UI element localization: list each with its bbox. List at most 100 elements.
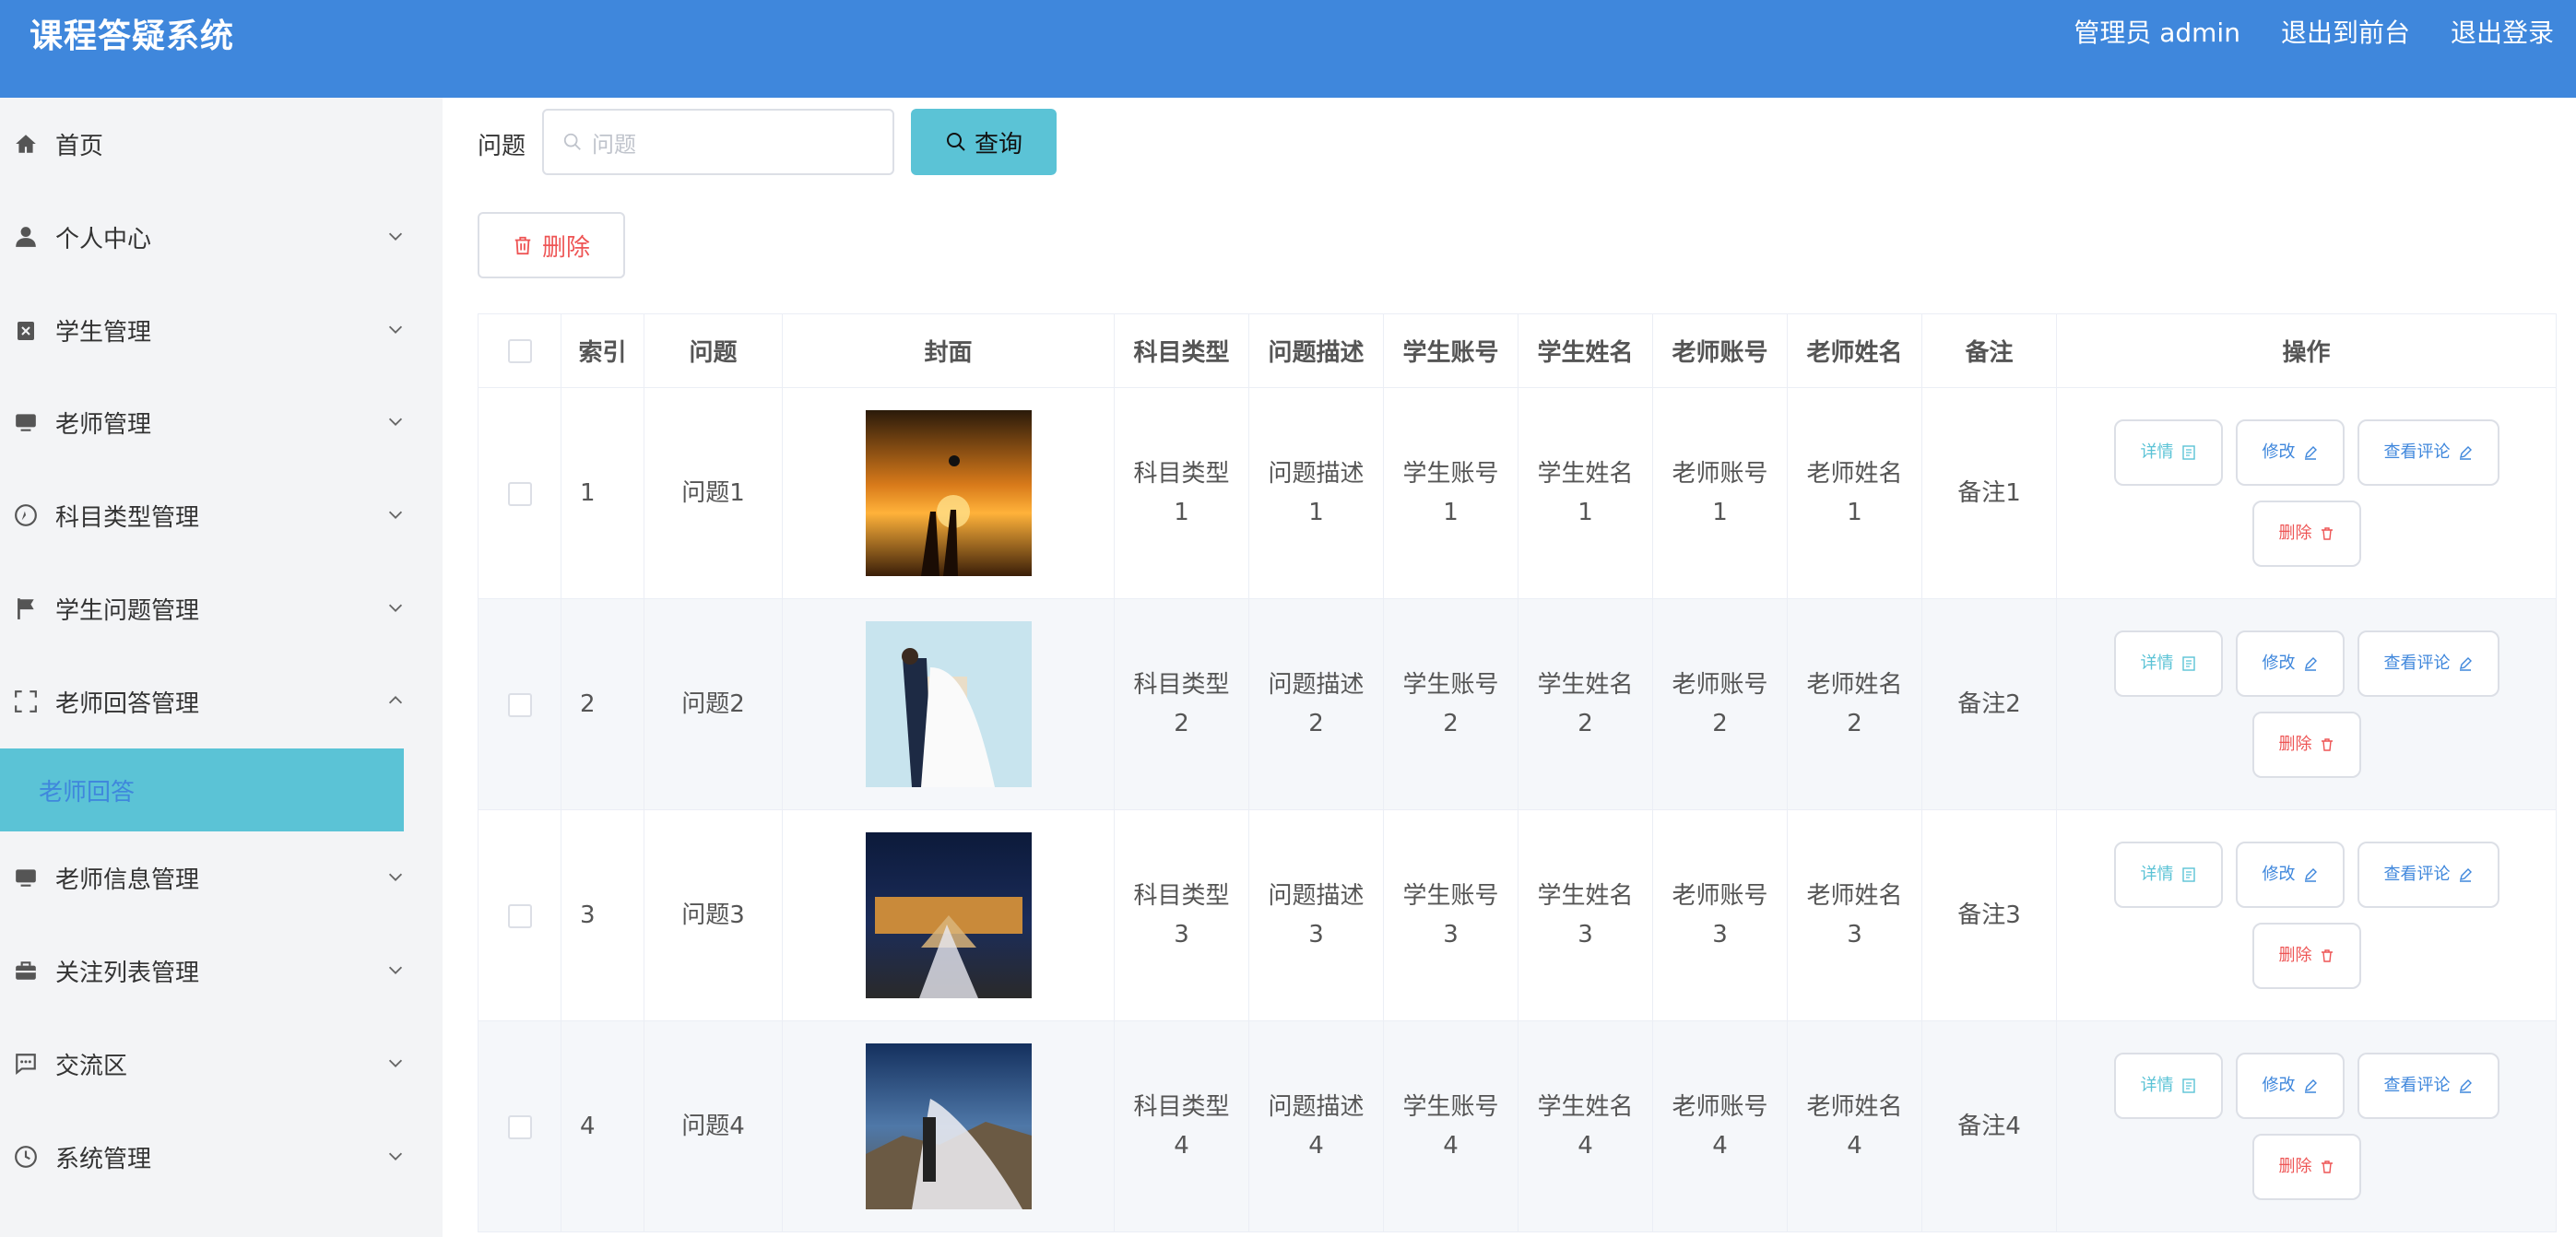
teacher-account-cell: 老师账号 3 — [1652, 809, 1788, 1021]
search-button[interactable]: 查询 — [911, 109, 1057, 175]
chevron-down-icon — [388, 418, 403, 426]
data-table: 索引 问题 封面 科目类型 问题描述 学生账号 学生姓名 老师账号 老师姓名 备… — [478, 313, 2557, 1232]
table-header-row: 索引 问题 封面 科目类型 问题描述 学生账号 学生姓名 老师账号 老师姓名 备… — [478, 313, 2557, 388]
sidebar-item-teacher-answers[interactable]: 老师回答管理 — [0, 655, 406, 748]
table-row: 4 问题4 科目类型 4 问题描述 4 学生账号 4 学生姓名 4 老师账号 4 老师姓 — [478, 1020, 2557, 1232]
index-cell: 2 — [561, 598, 644, 810]
view-comments-button[interactable]: 查看评论 — [2357, 1053, 2499, 1119]
table-row: 1 问题1 科目类型 1 问题描述 1 学生账号 1 学生姓名 1 老师账号 1 老师姓 — [478, 387, 2557, 599]
row-select-cell — [478, 809, 561, 1021]
sidebar-subitem-teacher-answer[interactable]: 老师回答 — [0, 748, 404, 831]
sidebar-item-profile[interactable]: 个人中心 — [0, 191, 406, 283]
delete-row-button[interactable]: 删除 — [2251, 712, 2361, 778]
note-cell: 备注2 — [1921, 598, 2057, 810]
trash-icon — [2321, 1160, 2333, 1173]
sidebar-item-subject-types[interactable]: 科目类型管理 — [0, 469, 406, 561]
monitor-icon — [13, 865, 39, 890]
student-account-cell: 学生账号 2 — [1383, 598, 1518, 810]
pencil-icon — [2304, 868, 2317, 882]
edit-label: 修改 — [2262, 865, 2296, 884]
row-checkbox[interactable] — [507, 1114, 532, 1139]
student-name-cell: 学生姓名 2 — [1518, 598, 1653, 810]
pencil-icon — [2304, 1079, 2317, 1093]
edit-button[interactable]: 修改 — [2235, 630, 2345, 697]
chevron-down-icon — [388, 511, 403, 519]
sidebar-item-teachers[interactable]: 老师管理 — [0, 376, 406, 468]
delete-row-label: 删除 — [2278, 524, 2312, 543]
actions-cell: 详情 修改 查看评论 删除 — [2056, 1020, 2557, 1232]
view-comments-label: 查看评论 — [2383, 865, 2451, 884]
exit-to-front-link[interactable]: 退出到前台 — [2281, 13, 2410, 50]
sidebar-item-label: 老师回答管理 — [55, 689, 200, 718]
sidebar-item-students[interactable]: 学生管理 — [0, 284, 406, 376]
home-icon — [13, 131, 39, 157]
table-row: 2 问题2 科目类型 2 问题描述 2 学生账号 2 学生姓名 2 老师账号 2… — [478, 598, 2557, 810]
search-label: 问题 — [478, 133, 526, 160]
detail-button[interactable]: 详情 — [2113, 630, 2223, 697]
sidebar-item-follow-list[interactable]: 关注列表管理 — [0, 925, 406, 1017]
student-account-cell: 学生账号 1 — [1383, 387, 1518, 599]
student-name-cell: 学生姓名 1 — [1518, 387, 1653, 599]
edit-button[interactable]: 修改 — [2235, 1053, 2345, 1119]
sidebar-item-system[interactable]: 系统管理 — [0, 1111, 406, 1203]
row-checkbox[interactable] — [507, 481, 532, 506]
table-row: 3 问题3 科目类型 3 问题描述 3 学生账号 3 学生姓名 3 老师账号 3 老师姓 — [478, 809, 2557, 1021]
column-header: 索引 — [561, 313, 644, 388]
desc-cell: 问题描述 2 — [1248, 598, 1384, 810]
student-account-cell: 学生账号 3 — [1383, 809, 1518, 1021]
sidebar-item-home[interactable]: 首页 — [0, 98, 406, 190]
delete-row-button[interactable]: 删除 — [2251, 501, 2361, 567]
note-cell: 备注4 — [1921, 1020, 2057, 1232]
sidebar-item-label: 系统管理 — [55, 1145, 152, 1173]
cover-cell — [782, 1020, 1115, 1232]
column-header: 老师姓名 — [1787, 313, 1922, 388]
sidebar-item-forum[interactable]: 交流区 — [0, 1018, 406, 1110]
delete-row-button[interactable]: 删除 — [2251, 923, 2361, 989]
cover-cell — [782, 598, 1115, 810]
detail-button[interactable]: 详情 — [2113, 1053, 2223, 1119]
index-cell: 3 — [561, 809, 644, 1021]
row-checkbox[interactable] — [507, 903, 532, 928]
view-comments-button[interactable]: 查看评论 — [2357, 630, 2499, 697]
teacher-name-cell: 老师姓名 1 — [1787, 387, 1922, 599]
search-button-label: 查询 — [974, 130, 1022, 159]
question-cell: 问题3 — [644, 809, 783, 1021]
document-icon — [2181, 656, 2195, 671]
batch-delete-label: 删除 — [541, 233, 590, 262]
select-all-checkbox[interactable] — [507, 339, 532, 363]
logout-link[interactable]: 退出登录 — [2451, 13, 2554, 50]
edit-button[interactable]: 修改 — [2235, 842, 2345, 908]
edit-button[interactable]: 修改 — [2235, 419, 2345, 486]
batch-delete-button[interactable]: 删除 — [478, 212, 625, 278]
view-comments-label: 查看评论 — [2383, 654, 2451, 673]
detail-button[interactable]: 详情 — [2113, 419, 2223, 486]
student-name-cell: 学生姓名 3 — [1518, 809, 1653, 1021]
sidebar-item-teacher-info[interactable]: 老师信息管理 — [0, 831, 406, 924]
delete-row-button[interactable]: 删除 — [2251, 1134, 2361, 1200]
desc-cell: 问题描述 4 — [1248, 1020, 1384, 1232]
chevron-down-icon — [388, 1059, 403, 1067]
subject-cell: 科目类型 1 — [1114, 387, 1249, 599]
row-checkbox[interactable] — [507, 692, 532, 717]
question-cell: 问题4 — [644, 1020, 783, 1232]
pencil-icon — [2459, 1079, 2472, 1093]
detail-button[interactable]: 详情 — [2113, 842, 2223, 908]
view-comments-button[interactable]: 查看评论 — [2357, 842, 2499, 908]
column-header: 学生账号 — [1383, 313, 1518, 388]
document-icon — [2181, 445, 2195, 460]
detail-label: 详情 — [2140, 442, 2174, 462]
view-comments-button[interactable]: 查看评论 — [2357, 419, 2499, 486]
trash-icon — [2321, 527, 2333, 540]
search-input[interactable]: 问题 — [542, 109, 894, 175]
sidebar-item-student-questions[interactable]: 学生问题管理 — [0, 562, 406, 654]
desc-cell: 问题描述 1 — [1248, 387, 1384, 599]
clipboard-icon — [13, 317, 39, 343]
admin-user-label[interactable]: 管理员 admin — [2074, 13, 2240, 50]
teacher-account-cell: 老师账号 2 — [1652, 598, 1788, 810]
desc-cell: 问题描述 3 — [1248, 809, 1384, 1021]
index-cell: 4 — [561, 1020, 644, 1232]
cover-cell — [782, 809, 1115, 1021]
sidebar-item-label: 个人中心 — [55, 225, 152, 253]
clock-icon — [13, 1144, 39, 1170]
detail-label: 详情 — [2140, 865, 2174, 884]
